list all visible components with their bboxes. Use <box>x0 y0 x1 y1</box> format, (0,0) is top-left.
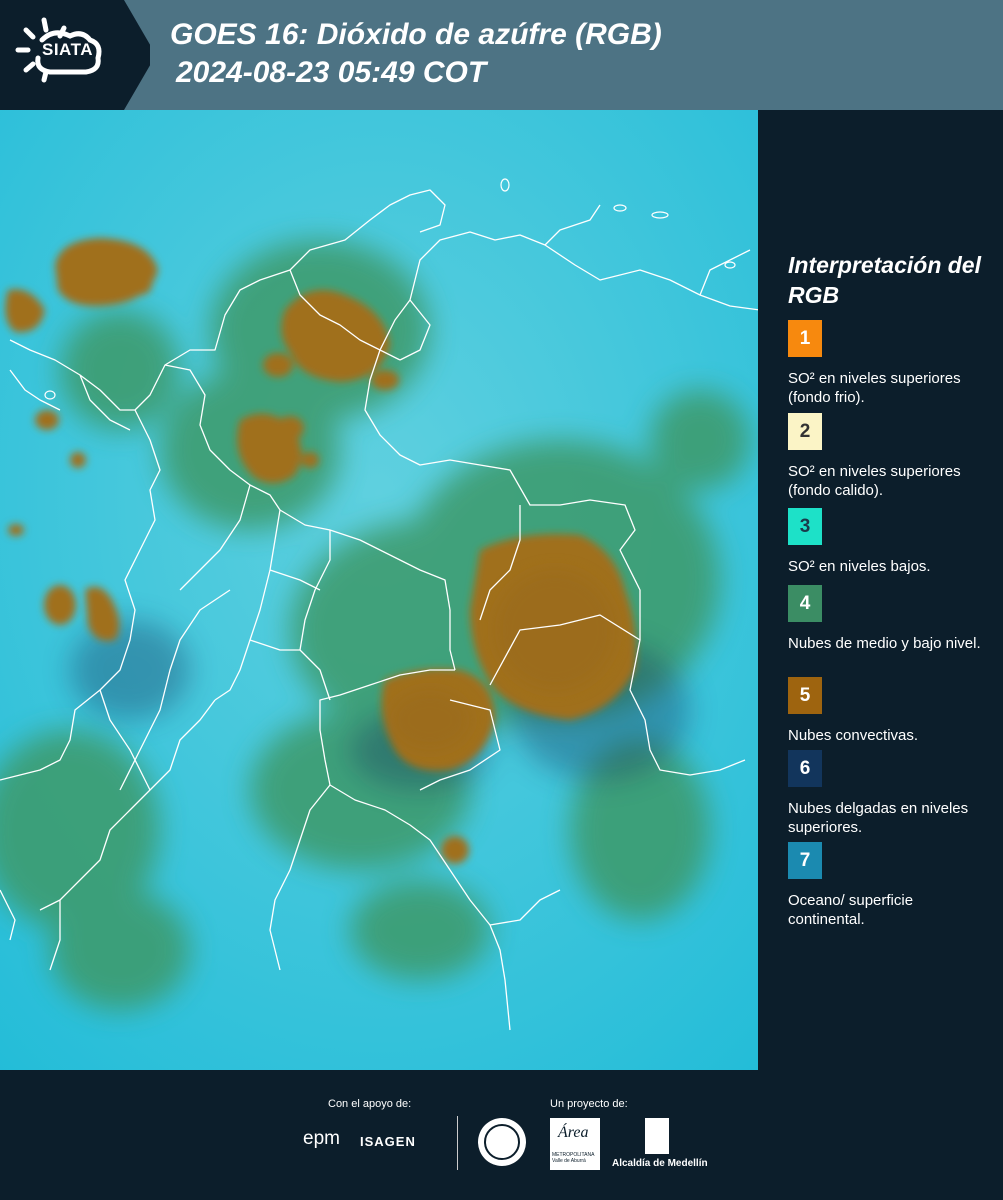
legend-swatch-6: 6 <box>788 750 822 787</box>
page-title: GOES 16: Dióxido de azúfre (RGB) <box>170 18 662 51</box>
legend-item-4: 4 Nubes de medio y bajo nivel. <box>788 585 988 653</box>
alcaldia-shield-icon <box>645 1118 669 1154</box>
legend-number-6: 6 <box>799 757 811 779</box>
legend-number-5: 5 <box>799 684 811 706</box>
area-logo-sub: METROPOLITANA Valle de Aburrá <box>552 1152 595 1164</box>
legend-number-4: 4 <box>799 592 811 614</box>
legend-swatch-3: 3 <box>788 508 822 545</box>
legend-label-6: Nubes delgadas en niveles superiores. <box>788 800 969 836</box>
legend-swatch-7: 7 <box>788 842 822 879</box>
support-label: Con el apoyo de: <box>328 1098 412 1110</box>
legend-swatch-5: 5 <box>788 677 822 714</box>
logo-text: SIATA <box>42 40 93 59</box>
legend-item-2: 2 SO² en niveles superiores (fondo calid… <box>788 413 988 500</box>
legend-label-7: Oceano/ superficie continental. <box>788 892 914 928</box>
legend-item-5: 5 Nubes convectivas. <box>788 677 988 745</box>
page-subtitle: 2024-08-23 05:49 COT <box>176 56 487 89</box>
legend-panel: Interpretación del RGB 1 SO² en niveles … <box>760 110 1003 1070</box>
header-bar: SIATA GOES 16: Dióxido de azúfre (RGB) 2… <box>0 0 1003 110</box>
legend-label-1: SO² en niveles superiores (fondo frio). <box>788 370 961 406</box>
satellite-map <box>0 110 758 1070</box>
legend-label-3: SO² en niveles bajos. <box>788 558 931 575</box>
isagen-logo: ISAGEN <box>360 1134 416 1149</box>
footer: Con el apoyo de: Un proyecto de: epm ISA… <box>0 1070 1003 1200</box>
alcaldia-logo-text: Alcaldía de Medellín <box>612 1158 708 1169</box>
legend-number-7: 7 <box>799 849 811 871</box>
area-metropolitana-logo: Área METROPOLITANA Valle de Aburrá <box>550 1118 600 1170</box>
epm-logo: epm <box>303 1128 340 1149</box>
footer-divider <box>457 1116 458 1170</box>
legend-label-2: SO² en niveles superiores (fondo calido)… <box>788 463 961 499</box>
area-logo-word: Área <box>558 1124 589 1141</box>
legend-swatch-2: 2 <box>788 413 822 450</box>
legend-swatch-4: 4 <box>788 585 822 622</box>
legend-item-7: 7 Oceano/ superficie continental. <box>788 842 988 929</box>
legend-number-1: 1 <box>799 327 811 349</box>
legend-number-3: 3 <box>799 515 811 537</box>
project-label: Un proyecto de: <box>550 1098 628 1110</box>
legend-swatch-1: 1 <box>788 320 822 357</box>
legend-label-4: Nubes de medio y bajo nivel. <box>788 635 981 652</box>
legend-item-3: 3 SO² en niveles bajos. <box>788 508 988 576</box>
legend-title: Interpretación del RGB <box>788 252 981 308</box>
legend-item-6: 6 Nubes delgadas en niveles superiores. <box>788 750 988 837</box>
medellin-seal-icon <box>478 1118 526 1166</box>
siata-logo: SIATA <box>0 0 150 110</box>
legend-item-1: 1 SO² en niveles superiores (fondo frio)… <box>788 320 988 407</box>
legend-label-5: Nubes convectivas. <box>788 727 919 744</box>
legend-number-2: 2 <box>799 420 811 442</box>
